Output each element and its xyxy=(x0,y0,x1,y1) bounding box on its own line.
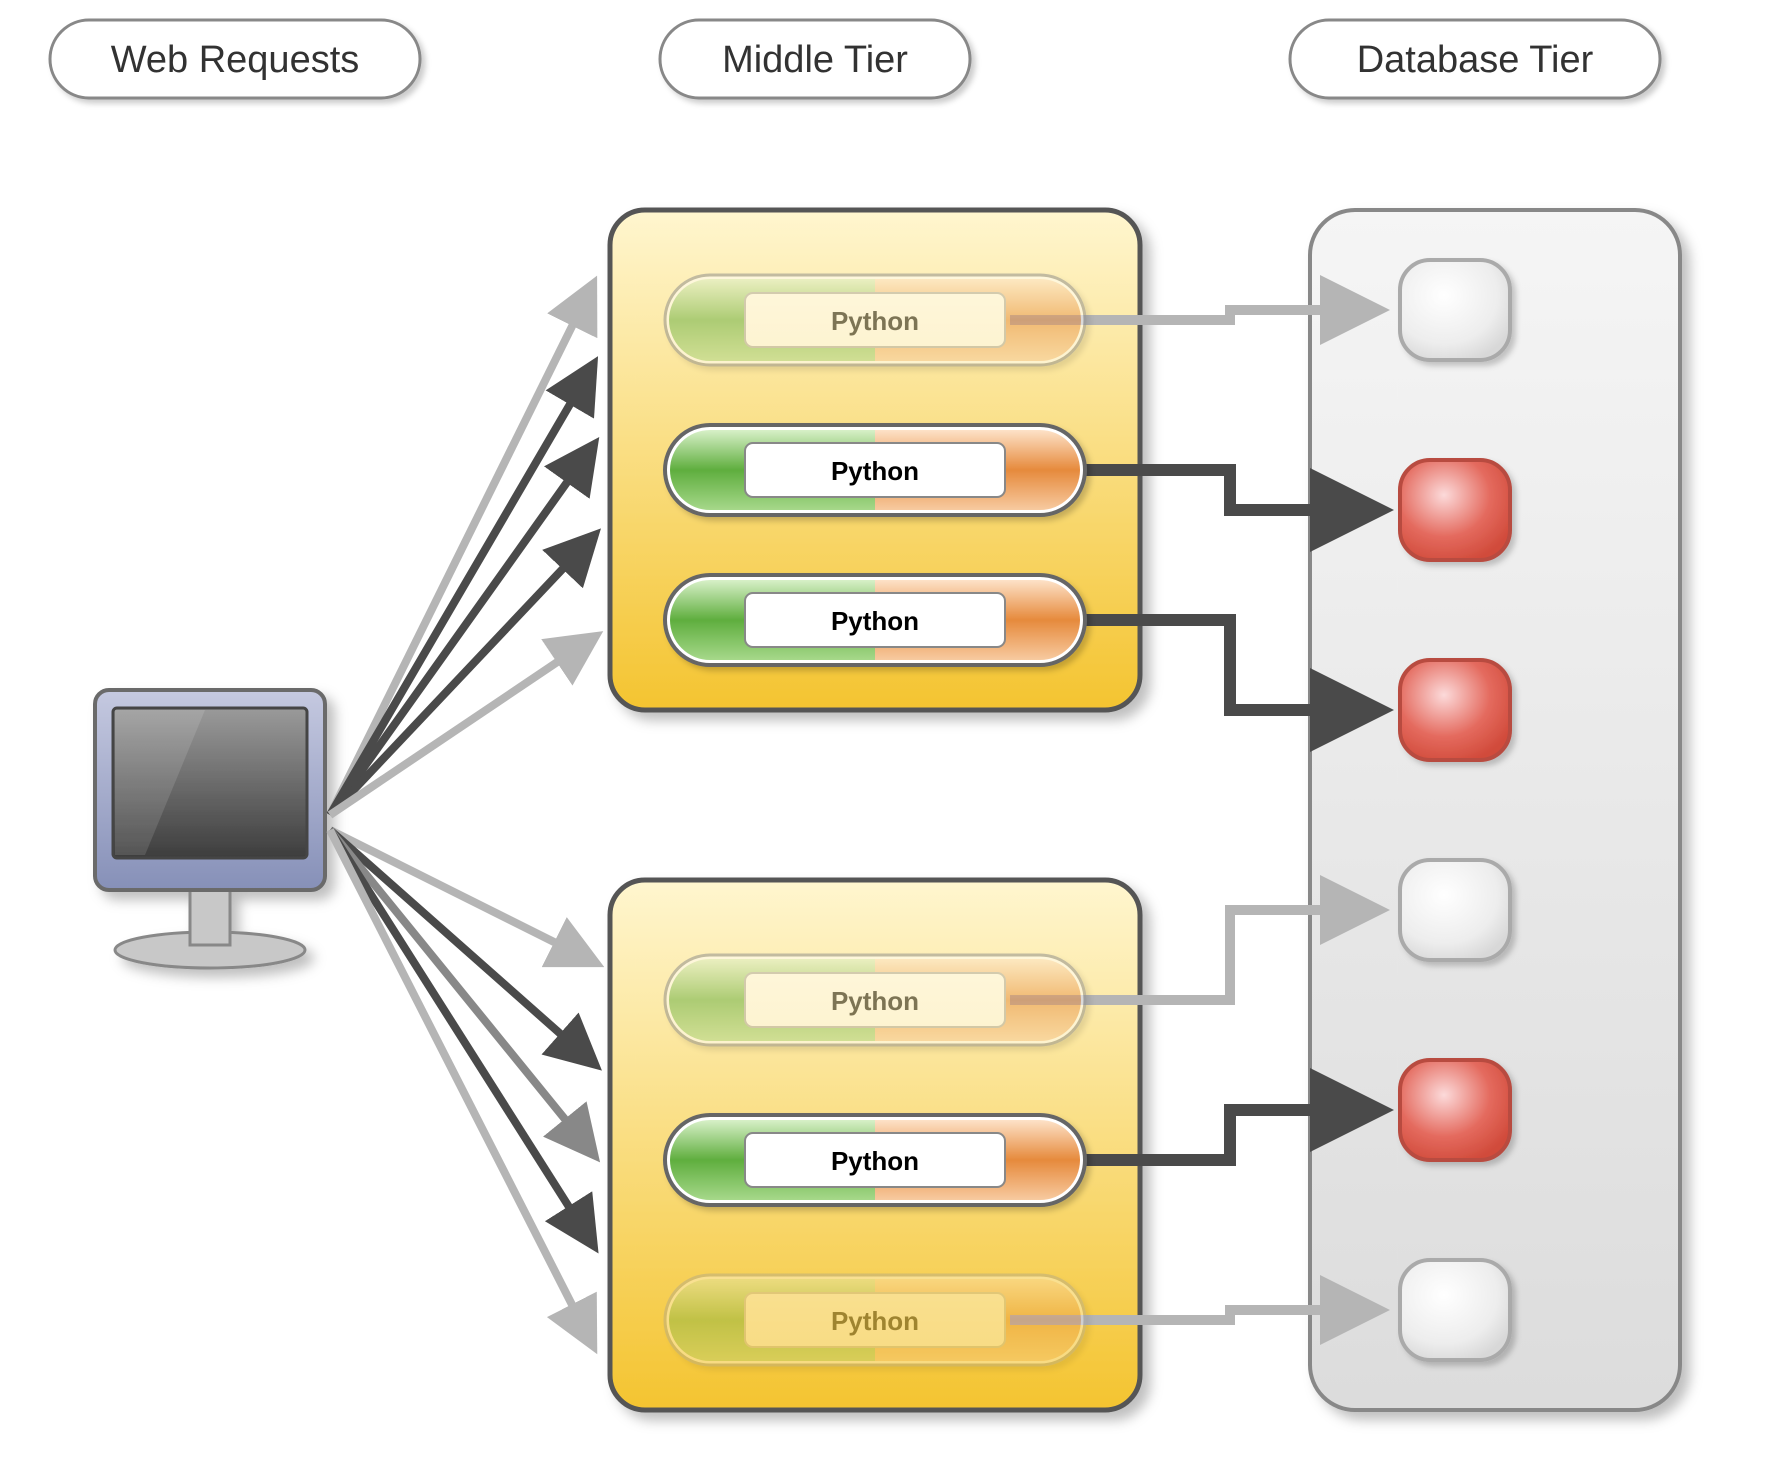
svg-text:Python: Python xyxy=(831,306,919,336)
svg-text:Python: Python xyxy=(831,1306,919,1336)
db-node xyxy=(1400,460,1510,560)
client-arrows xyxy=(330,290,590,1340)
svg-text:Python: Python xyxy=(831,606,919,636)
python-pill: Python xyxy=(665,1115,1085,1205)
svg-text:Python: Python xyxy=(831,986,919,1016)
python-pill: Python xyxy=(665,575,1085,665)
python-pill: Python xyxy=(665,955,1085,1045)
svg-text:Python: Python xyxy=(831,1146,919,1176)
header-db-text: Database Tier xyxy=(1357,39,1594,81)
header-middle-text: Middle Tier xyxy=(722,39,908,81)
db-node xyxy=(1400,860,1510,960)
header-web-text: Web Requests xyxy=(111,39,360,81)
svg-text:Python: Python xyxy=(831,456,919,486)
header-web-requests: Web Requests xyxy=(50,20,420,98)
db-node xyxy=(1400,660,1510,760)
python-pill: Python xyxy=(665,1275,1085,1365)
python-pill: Python xyxy=(665,275,1085,365)
python-pill: Python xyxy=(665,425,1085,515)
client-monitor-icon xyxy=(95,690,325,968)
architecture-diagram: Web Requests Middle Tier Database Tier xyxy=(0,0,1766,1465)
db-node xyxy=(1400,1260,1510,1360)
database-tier-container xyxy=(1310,210,1680,1410)
db-node xyxy=(1400,260,1510,360)
header-database-tier: Database Tier xyxy=(1290,20,1660,98)
header-middle-tier: Middle Tier xyxy=(660,20,970,98)
db-node xyxy=(1400,1060,1510,1160)
